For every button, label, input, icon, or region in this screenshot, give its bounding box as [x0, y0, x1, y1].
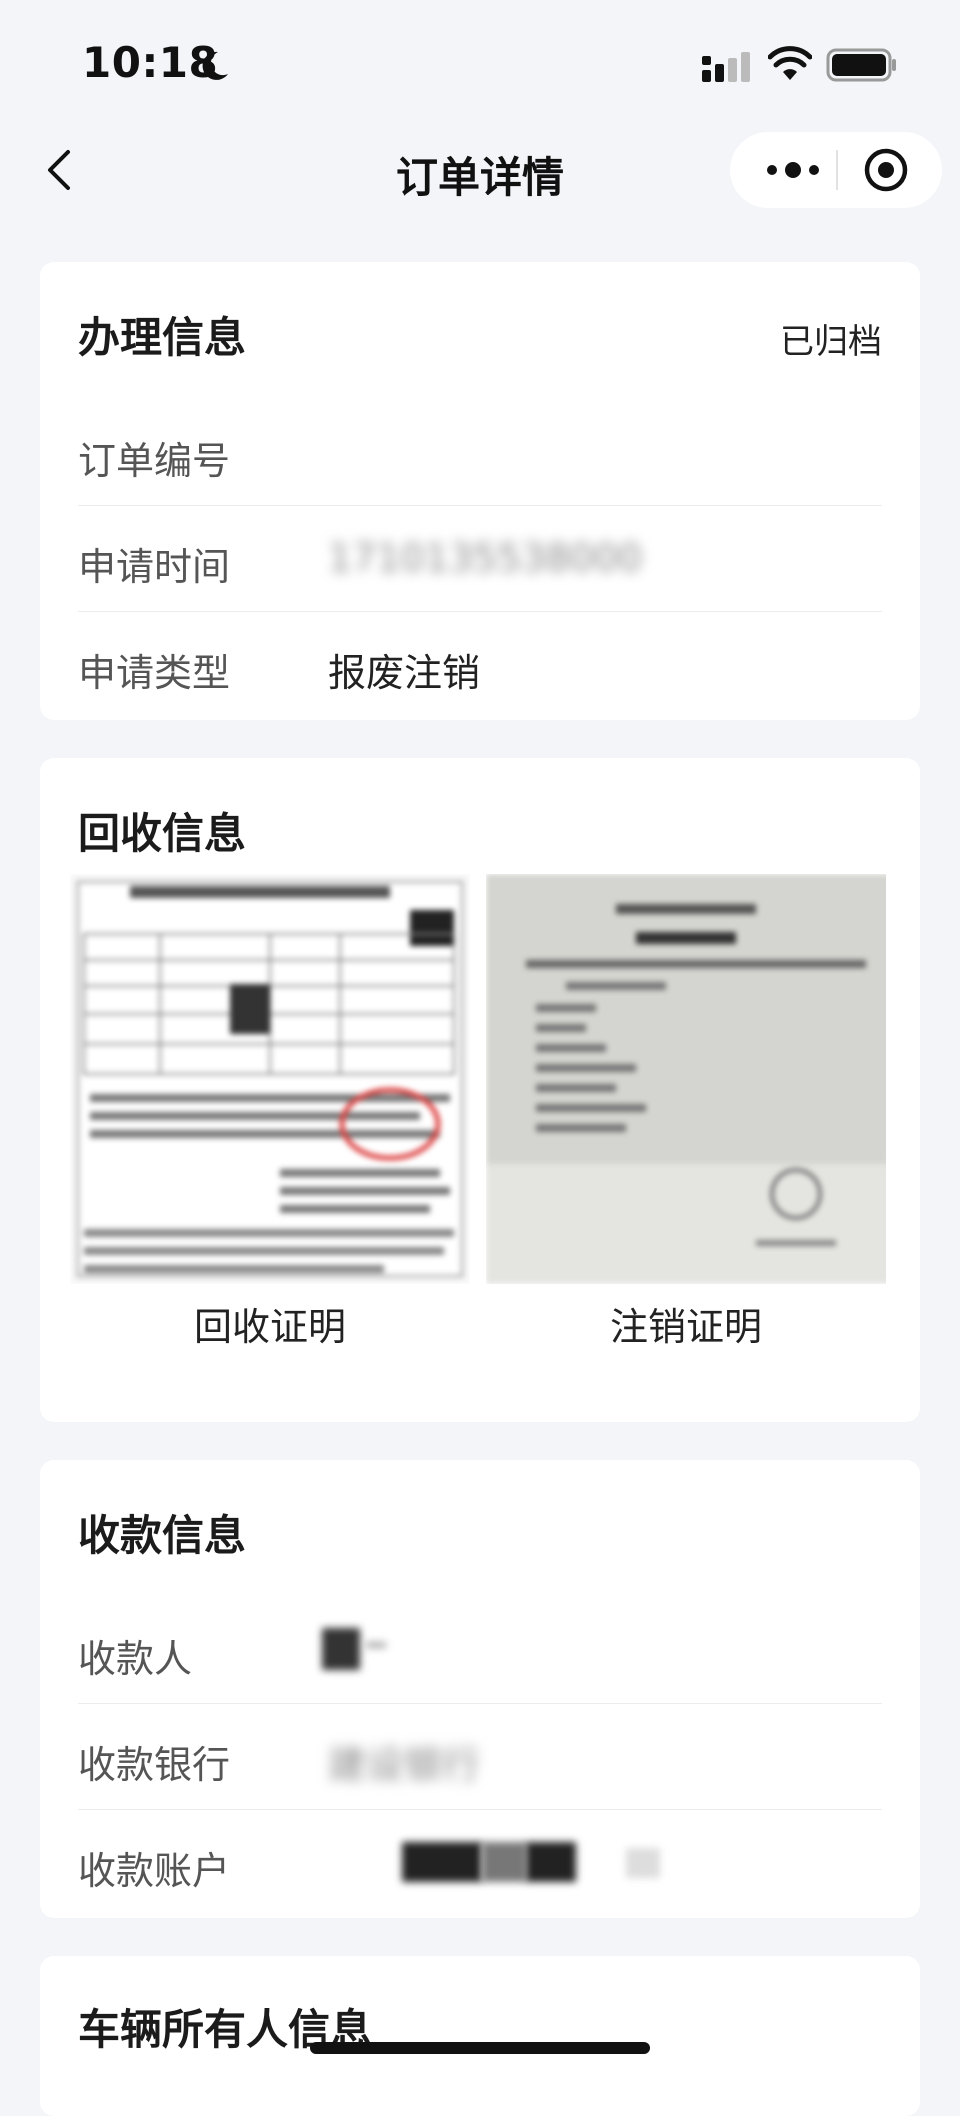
bank-label: 收款银行: [78, 1743, 231, 1787]
apply-time-row: 申请时间 1710135538000: [78, 506, 882, 612]
mini-program-capsule: [730, 132, 942, 208]
cancellation-certificate-image[interactable]: [486, 874, 886, 1284]
order-number-label: 订单编号: [78, 439, 231, 483]
account-redaction: [402, 1842, 482, 1882]
payment-info-title: 收款信息: [78, 1511, 247, 1560]
account-redaction: [626, 1848, 660, 1878]
payee-redaction: [366, 1642, 386, 1648]
recycle-certificate-image[interactable]: [70, 874, 470, 1284]
cancellation-certificate-caption: 注销证明: [609, 1305, 762, 1349]
recycle-certificate-caption: 回收证明: [193, 1305, 346, 1349]
account-redaction: [526, 1842, 576, 1882]
apply-time-label: 申请时间: [78, 545, 231, 589]
nav-bar: 订单详情: [0, 118, 960, 222]
status-bar: 10:18: [0, 0, 960, 110]
battery-icon: [826, 48, 896, 82]
payment-info-card: 收款信息 收款人 收款银行 建设银行 收款账户: [40, 1460, 920, 1918]
payee-row: 收款人: [78, 1598, 882, 1704]
bank-value: 建设银行: [328, 1743, 481, 1787]
bank-row: 收款银行 建设银行: [78, 1704, 882, 1810]
signal-icon: [702, 52, 750, 82]
home-indicator: [310, 2042, 650, 2054]
apply-type-label: 申请类型: [78, 651, 231, 695]
recycle-info-card: 回收信息 回收证明 注销证明: [40, 758, 920, 1422]
apply-type-row: 申请类型 报废注销: [78, 612, 882, 718]
owner-info-card: 车辆所有人信息: [40, 1956, 920, 2116]
apply-type-value: 报废注销: [328, 651, 481, 695]
target-circle-icon[interactable]: [862, 146, 910, 194]
apply-time-value: 1710135538000: [328, 536, 643, 580]
more-dots-icon[interactable]: [754, 152, 832, 188]
account-row: 收款账户: [78, 1810, 882, 1916]
account-label: 收款账户: [78, 1849, 231, 1893]
payee-redaction: [322, 1628, 360, 1670]
wifi-icon: [768, 46, 812, 80]
account-redaction: [482, 1842, 526, 1882]
capsule-divider: [836, 150, 838, 190]
moon-icon: [202, 51, 228, 80]
handling-info-title: 办理信息: [78, 313, 247, 362]
recycle-info-title: 回收信息: [78, 809, 247, 858]
payee-label: 收款人: [78, 1637, 193, 1681]
handling-info-card: 办理信息 已归档 订单编号 申请时间 1710135538000 申请类型 报废…: [40, 262, 920, 720]
order-number-row: 订单编号: [78, 400, 882, 506]
status-badge: 已归档: [780, 322, 882, 362]
